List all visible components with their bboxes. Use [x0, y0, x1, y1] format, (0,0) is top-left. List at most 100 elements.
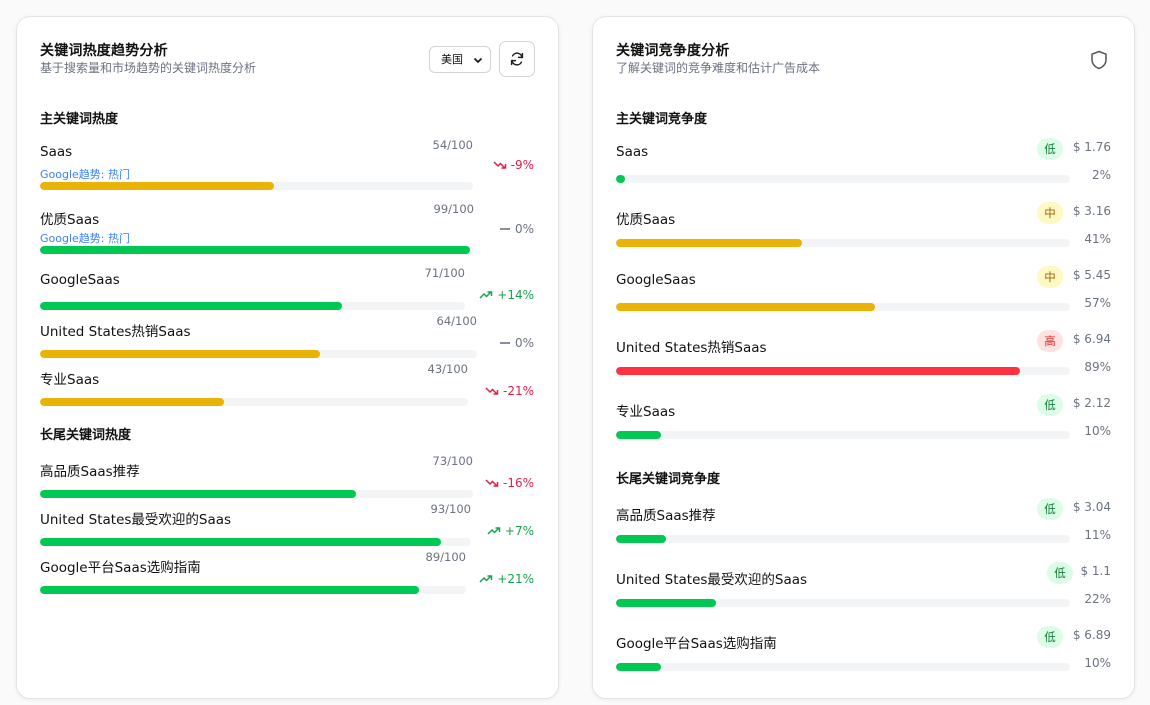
trend-indicator: -16%	[481, 476, 534, 490]
competition-percent: 89%	[1084, 360, 1111, 374]
keyword-name: 专业Saas	[616, 404, 676, 420]
heat-bar	[40, 490, 473, 498]
estimated-cost: $ 5.45	[1072, 268, 1111, 282]
heat-score: 73/100	[432, 454, 473, 468]
heat-bar-fill	[40, 490, 357, 498]
trend-value: +14%	[497, 288, 534, 302]
heat-bar	[40, 398, 468, 406]
trend-card-title: 关键词热度趋势分析	[40, 43, 168, 59]
trend-value: 0%	[514, 222, 534, 236]
chevron-down-icon	[473, 57, 483, 64]
competition-percent: 22%	[1084, 592, 1111, 606]
refresh-button[interactable]	[499, 41, 535, 77]
heat-score: 99/100	[433, 202, 474, 216]
competition-bar	[616, 175, 1070, 183]
keyword-name: 高品质Saas推荐	[616, 508, 716, 524]
google-trend-label: Google趋势: 热门	[40, 232, 130, 245]
heat-bar-fill	[40, 246, 470, 254]
trend-indicator: +14%	[473, 288, 534, 302]
competition-bar	[616, 535, 1070, 543]
heat-bar	[40, 586, 466, 594]
trend-indicator: +7%	[479, 524, 534, 538]
competition-percent: 57%	[1084, 296, 1111, 310]
competition-bar	[616, 239, 1070, 247]
refresh-icon	[510, 52, 524, 66]
heat-bar-fill	[40, 586, 420, 594]
keyword-name: United States热销Saas	[616, 340, 767, 356]
shield-icon	[1091, 50, 1107, 70]
trend-indicator: -21%	[476, 384, 534, 398]
heat-score: 43/100	[427, 362, 468, 376]
competition-level-badge: 低	[1037, 626, 1063, 648]
heat-bar	[40, 302, 465, 310]
keyword-heat-row: Google平台Saas选购指南 89/100 +21%	[40, 550, 558, 606]
competition-level-badge: 低	[1037, 138, 1063, 160]
trend-indicator: +21%	[474, 572, 534, 586]
trend-indicator: 0%	[482, 222, 534, 236]
keyword-competition-row: Google平台Saas选购指南 低 $ 6.89 10%	[616, 626, 1134, 676]
keyword-heat-row: United States最受欢迎的Saas 93/100 +7%	[40, 502, 558, 558]
keyword-name: 专业Saas	[40, 372, 100, 388]
competition-bar	[616, 303, 1070, 311]
estimated-cost: $ 3.04	[1072, 500, 1111, 514]
competition-bar	[616, 367, 1070, 375]
keyword-competition-row: 高品质Saas推荐 低 $ 3.04 11%	[616, 498, 1134, 548]
competition-bar-fill	[616, 303, 875, 311]
heat-bar-fill	[40, 182, 274, 190]
keyword-name: 优质Saas	[616, 212, 676, 228]
competition-bar-fill	[616, 367, 1021, 375]
competition-percent: 11%	[1084, 528, 1111, 542]
longtail-keyword-competition-heading: 长尾关键词竞争度	[616, 472, 721, 487]
keyword-name: United States最受欢迎的Saas	[40, 512, 232, 528]
competition-percent: 41%	[1084, 232, 1111, 246]
competition-bar-fill	[616, 431, 662, 439]
longtail-keyword-heat-heading: 长尾关键词热度	[40, 428, 132, 443]
trend-flat-icon	[499, 338, 511, 348]
competition-percent: 2%	[1091, 168, 1111, 182]
keyword-name: United States热销Saas	[40, 324, 191, 340]
keyword-name: Saas	[40, 144, 73, 160]
keyword-competition-row: United States热销Saas 高 $ 6.94 89%	[616, 330, 1134, 380]
keyword-name: Google平台Saas选购指南	[40, 560, 201, 576]
trend-up-icon	[479, 574, 493, 584]
competition-bar-fill	[616, 599, 716, 607]
keyword-name: 高品质Saas推荐	[40, 464, 140, 480]
trend-value: +7%	[504, 524, 534, 538]
trend-indicator: -9%	[481, 158, 534, 172]
trend-down-icon	[493, 160, 507, 170]
competition-level-badge: 低	[1047, 562, 1073, 584]
competition-percent: 10%	[1084, 656, 1111, 670]
comp-card-subtitle: 了解关键词的竞争难度和估计广告成本	[616, 61, 821, 75]
heat-bar-fill	[40, 302, 342, 310]
keyword-competition-row: United States最受欢迎的Saas 低 $ 1.1 22%	[616, 562, 1134, 612]
competition-bar	[616, 431, 1070, 439]
trend-flat-icon	[499, 224, 511, 234]
trend-value: -21%	[502, 384, 534, 398]
competition-level-badge: 高	[1037, 330, 1063, 352]
trend-down-icon	[485, 478, 499, 488]
competition-level-badge: 低	[1037, 498, 1063, 520]
trend-value: -9%	[510, 158, 534, 172]
keyword-competition-card: 关键词竞争度分析 了解关键词的竞争难度和估计广告成本 主关键词竞争度 Saas 低…	[592, 16, 1135, 699]
heat-bar-fill	[40, 538, 441, 546]
competition-bar-fill	[616, 663, 662, 671]
trend-card-subtitle: 基于搜索量和市场趋势的关键词热度分析	[40, 61, 257, 75]
trend-up-icon	[479, 290, 493, 300]
region-select[interactable]: 美国	[429, 46, 491, 73]
keyword-name: Google平台Saas选购指南	[616, 636, 777, 652]
keyword-name: GoogleSaas	[40, 272, 120, 288]
competition-bar	[616, 599, 1070, 607]
heat-score: 89/100	[425, 550, 466, 564]
trend-value: +21%	[497, 572, 534, 586]
estimated-cost: $ 1.76	[1072, 140, 1111, 154]
competition-percent: 10%	[1084, 424, 1111, 438]
heat-score: 71/100	[424, 266, 465, 280]
competition-level-badge: 中	[1037, 202, 1063, 224]
trend-indicator: 0%	[485, 336, 534, 350]
keyword-heat-row: 专业Saas 43/100 -21%	[40, 362, 558, 418]
region-select-value: 美国	[441, 53, 463, 66]
trend-value: 0%	[514, 336, 534, 350]
estimated-cost: $ 6.94	[1072, 332, 1111, 346]
heat-score: 64/100	[436, 314, 477, 328]
estimated-cost: $ 3.16	[1072, 204, 1111, 218]
